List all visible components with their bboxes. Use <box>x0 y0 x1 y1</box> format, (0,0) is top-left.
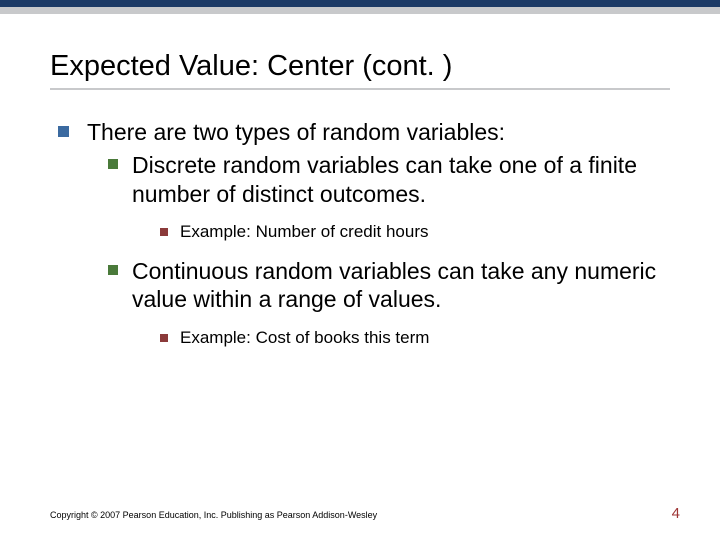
bullet-level3: Example: Number of credit hours <box>160 222 670 242</box>
slide-title: Expected Value: Center (cont. ) <box>50 50 670 83</box>
bullet-l1-text: There are two types of random variables: <box>87 118 505 147</box>
bullet-l2b-text: Continuous random variables can take any… <box>132 257 670 315</box>
stripe-light <box>0 7 720 14</box>
bullet-l2a-text: Discrete random variables can take one o… <box>132 151 670 209</box>
page-number: 4 <box>672 505 680 522</box>
title-underline <box>50 88 670 90</box>
bullet-level2: Discrete random variables can take one o… <box>108 151 670 209</box>
slide-body: Expected Value: Center (cont. ) There ar… <box>0 50 720 349</box>
bullet-square-icon <box>108 265 118 275</box>
stripe-dark <box>0 0 720 7</box>
bullet-square-icon <box>58 126 69 137</box>
bullet-level3: Example: Cost of books this term <box>160 328 670 348</box>
bullet-level1: There are two types of random variables: <box>50 118 670 147</box>
bullet-l3a-text: Example: Number of credit hours <box>180 222 429 242</box>
bullet-l3b-text: Example: Cost of books this term <box>180 328 429 348</box>
copyright-footer: Copyright © 2007 Pearson Education, Inc.… <box>50 510 377 520</box>
bullet-level2: Continuous random variables can take any… <box>108 257 670 315</box>
bullet-square-icon <box>160 228 168 236</box>
top-accent-bar <box>0 0 720 14</box>
bullet-square-icon <box>160 334 168 342</box>
bullet-square-icon <box>108 159 118 169</box>
